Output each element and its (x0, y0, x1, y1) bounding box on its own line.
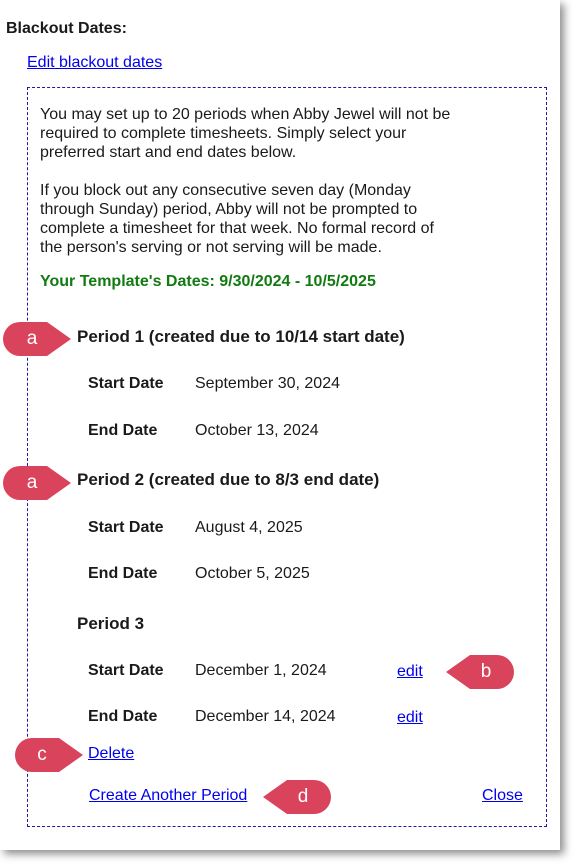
period-3-end-value: December 14, 2024 (195, 708, 336, 725)
delete-period-link[interactable]: Delete (88, 745, 134, 763)
callout-d-label: d (297, 786, 309, 807)
callout-c-label: c (37, 744, 47, 765)
period-3-start-edit-link[interactable]: edit (397, 663, 423, 681)
period-2-start-label: Start Date (88, 519, 164, 536)
callout-c-delete: c (15, 738, 85, 772)
callout-b-edit: b (444, 655, 514, 689)
period-1-end-value: October 13, 2024 (195, 422, 319, 439)
period-2-end-value: October 5, 2025 (195, 565, 310, 582)
period-1-end-label: End Date (88, 422, 158, 439)
intro-paragraph: You may set up to 20 periods when Abby J… (40, 106, 451, 161)
block-out-info-paragraph: If you block out any consecutive seven d… (40, 182, 434, 256)
section-title: Blackout Dates: (6, 20, 127, 37)
period-2-start-value: August 4, 2025 (195, 519, 303, 536)
period-2-title: Period 2 (created due to 8/3 end date) (77, 470, 380, 489)
period-3-start-value: December 1, 2024 (195, 662, 327, 679)
create-another-period-link[interactable]: Create Another Period (89, 787, 247, 805)
period-1-start-label: Start Date (88, 375, 164, 392)
period-1-title: Period 1 (created due to 10/14 start dat… (77, 327, 405, 346)
template-dates: Your Template's Dates: 9/30/2024 - 10/5/… (40, 273, 376, 290)
period-2-end-label: End Date (88, 565, 158, 582)
close-link[interactable]: Close (482, 787, 523, 805)
callout-d-create: d (261, 780, 331, 814)
callout-a-label: a (26, 328, 38, 349)
callout-a-period-1: a (3, 322, 73, 356)
callout-a-period-2: a (3, 466, 73, 500)
period-1-start-value: September 30, 2024 (195, 375, 340, 392)
callout-a-label: a (26, 472, 38, 493)
period-3-end-label: End Date (88, 708, 158, 725)
period-3-end-edit-link[interactable]: edit (397, 709, 423, 727)
edit-blackout-dates-link[interactable]: Edit blackout dates (27, 54, 162, 72)
period-3-start-label: Start Date (88, 662, 164, 679)
callout-b-label: b (480, 661, 492, 682)
period-3-title: Period 3 (77, 614, 145, 633)
